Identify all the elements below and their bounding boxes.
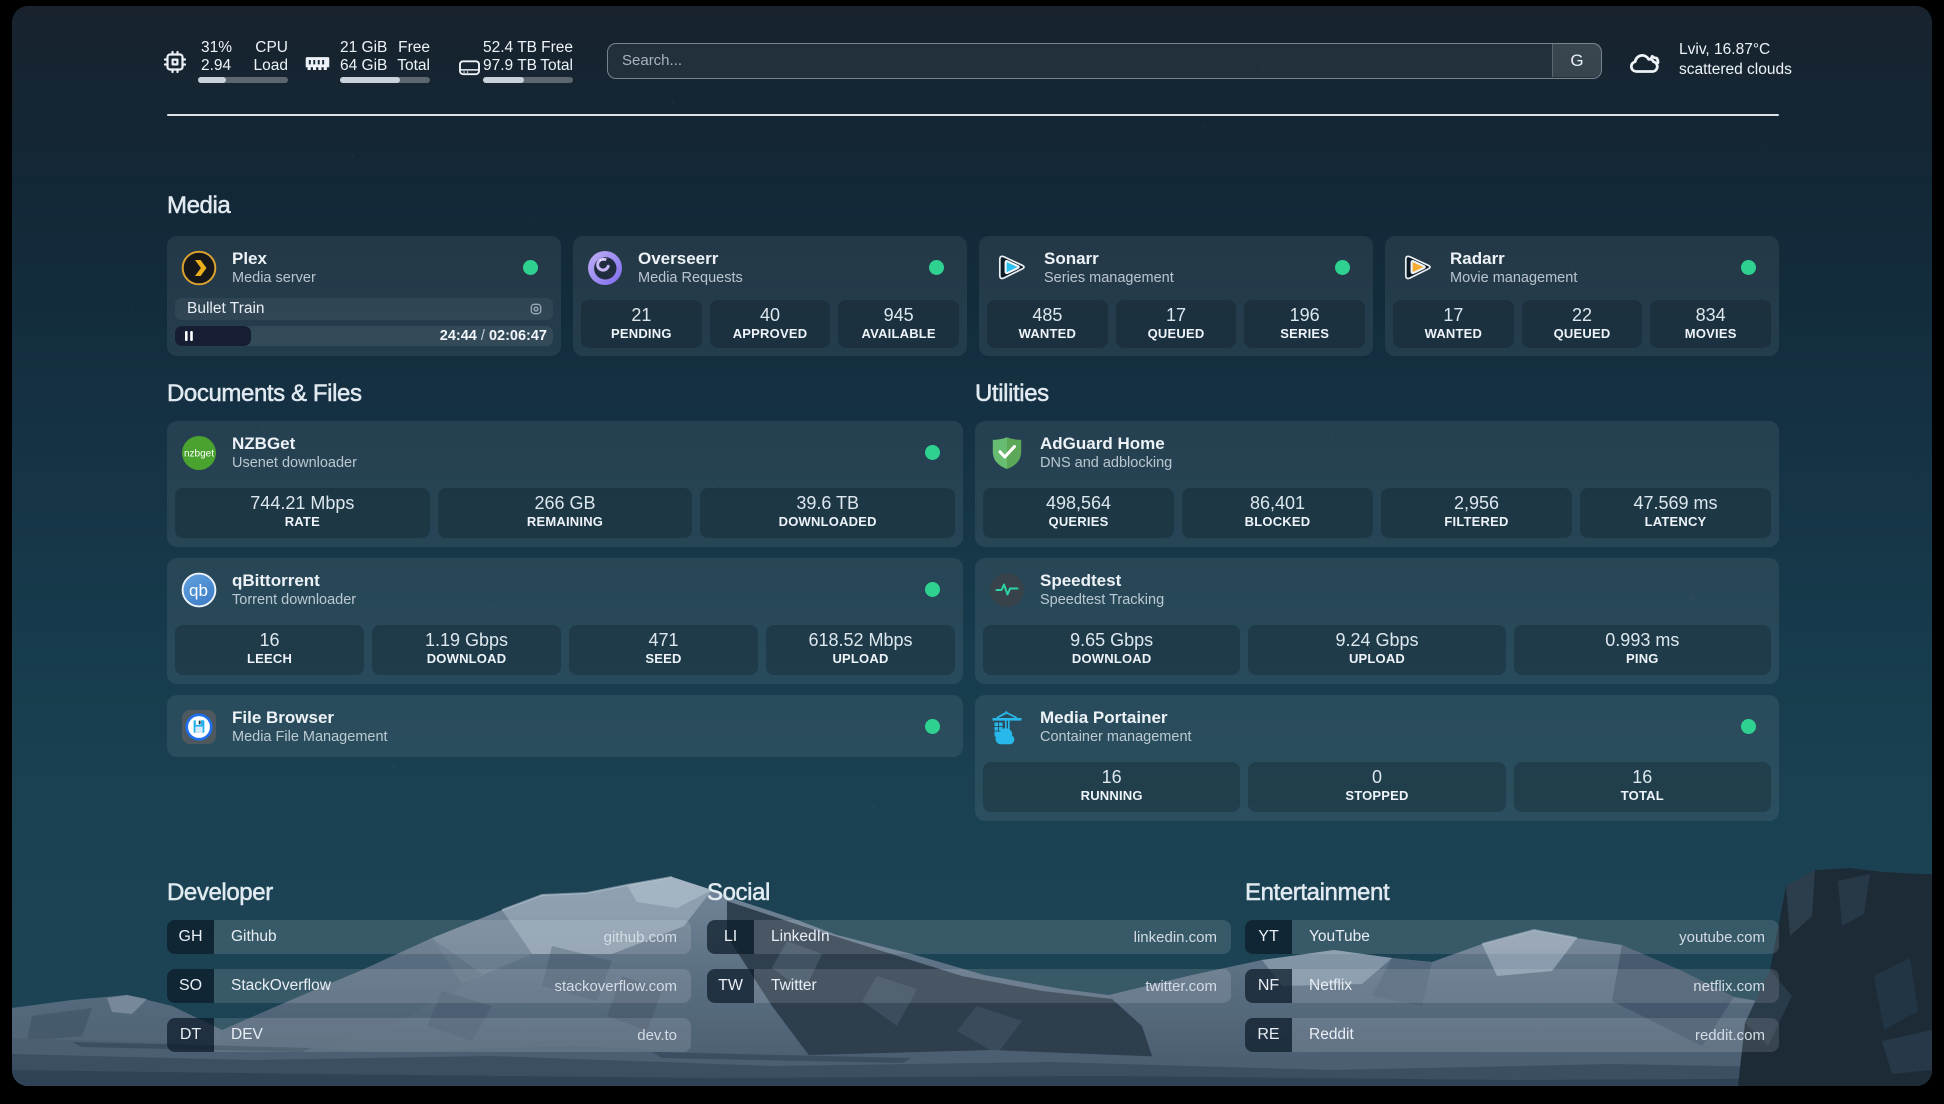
svg-text:qb: qb (189, 581, 208, 600)
svg-text:nzbget: nzbget (184, 449, 214, 460)
